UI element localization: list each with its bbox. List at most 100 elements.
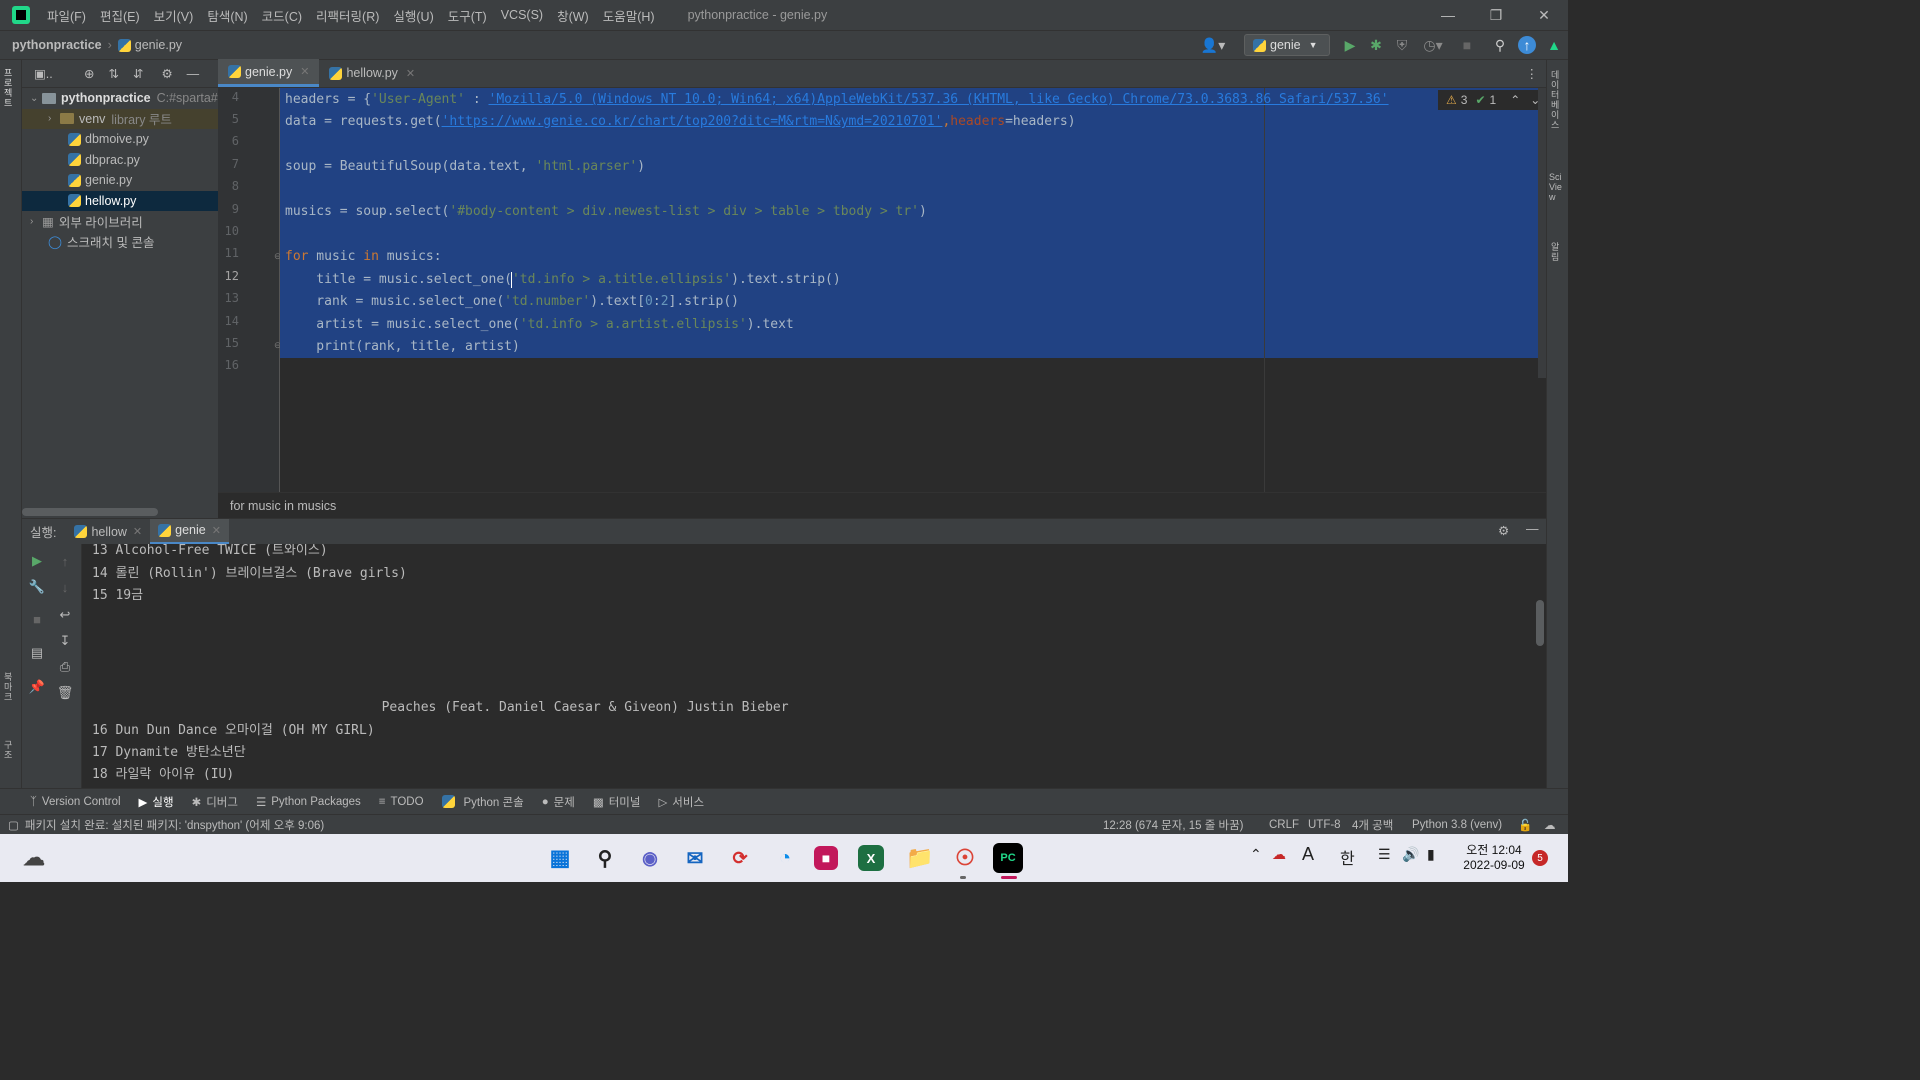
menu-tools[interactable]: 도구(T) xyxy=(441,6,494,25)
previous-highlight-icon[interactable]: ⌃ xyxy=(1510,93,1520,107)
tree-root[interactable]: ⌄ pythonpractice C:#sparta# xyxy=(22,88,218,109)
project-view-select-icon[interactable]: ▣.. xyxy=(34,66,62,81)
more-tabs-icon[interactable]: ⋮ xyxy=(1526,66,1539,81)
tab-hellow[interactable]: hellow.py ✕ xyxy=(319,59,425,87)
code-breadcrumb[interactable]: for music in musics xyxy=(230,499,336,513)
coverage-icon[interactable]: ⛨ xyxy=(1393,36,1411,54)
layout-icon[interactable]: ▤ xyxy=(28,644,46,662)
toolwindow-terminal[interactable]: ▩ 터미널 xyxy=(593,794,641,810)
caret-position[interactable]: 12:28 (674 문자, 15 줄 바꿈) xyxy=(1103,817,1244,833)
chrome-icon[interactable]: ☉ xyxy=(949,842,981,874)
arrow-down-icon[interactable]: ↓ xyxy=(56,578,74,596)
close-tab-icon[interactable]: ✕ xyxy=(406,67,415,80)
pycharm-icon[interactable]: PC xyxy=(993,843,1023,873)
toolwindow-python-packages[interactable]: ☰ Python Packages xyxy=(256,795,361,809)
plugin-icon[interactable]: ▲ xyxy=(1545,36,1563,54)
menu-navigate[interactable]: 탐색(N) xyxy=(200,6,254,25)
indent-setting[interactable]: 4개 공백 xyxy=(1352,817,1393,833)
toolwindow-services[interactable]: ▷ 서비스 xyxy=(658,794,704,810)
menu-edit[interactable]: 편집(E) xyxy=(93,6,147,25)
menu-window[interactable]: 창(W) xyxy=(550,6,596,25)
mail-icon[interactable]: ✉ xyxy=(679,842,711,874)
locate-icon[interactable]: ⊕ xyxy=(84,66,94,81)
onedrive-icon[interactable]: ☁ xyxy=(1272,846,1286,863)
menu-code[interactable]: 코드(C) xyxy=(255,6,309,25)
python-interpreter[interactable]: Python 3.8 (venv) xyxy=(1412,819,1502,831)
menu-vcs[interactable]: VCS(S) xyxy=(494,8,550,22)
toolwindow-problems[interactable]: ● 문제 xyxy=(542,794,575,810)
trash-icon[interactable]: 🗑 xyxy=(56,684,74,702)
search-icon[interactable]: ⚲ xyxy=(589,842,621,874)
tab-genie[interactable]: genie.py ✕ xyxy=(218,59,320,87)
toolwindow-python-console[interactable]: Python 콘솔 xyxy=(441,794,524,810)
debug-icon[interactable]: ✱ xyxy=(1367,36,1385,54)
project-tool-tab[interactable]: 프로젝트 xyxy=(4,68,18,108)
database-tool-tab[interactable]: 데이터베이스 xyxy=(1551,70,1565,130)
menu-help[interactable]: 도움말(H) xyxy=(596,6,662,25)
print-icon[interactable]: ⎙ xyxy=(56,658,74,676)
close-tab-icon[interactable]: ✕ xyxy=(133,525,142,538)
status-message[interactable]: 패키지 설치 완료: 설치된 패키지: 'dnspython' (어제 오후 9… xyxy=(25,817,324,833)
notifications-tool-tab[interactable]: 알림 xyxy=(1551,242,1565,262)
wifi-icon[interactable]: ☰ xyxy=(1378,846,1391,863)
close-button[interactable]: ✕ xyxy=(1520,0,1568,30)
clock[interactable]: 오전 12:04 2022-09-09 xyxy=(1460,841,1528,872)
ime-mode[interactable]: A xyxy=(1302,844,1314,865)
tree-item-hellow[interactable]: hellow.py xyxy=(22,190,218,211)
menu-file[interactable]: 파일(F) xyxy=(40,6,93,25)
run-configuration-select[interactable]: genie ▼ xyxy=(1244,34,1330,56)
search-icon[interactable]: ⚲ xyxy=(1491,36,1509,54)
code-editor[interactable]: headers = {'User-Agent' : 'Mozilla/5.0 (… xyxy=(280,88,1538,492)
menu-view[interactable]: 보기(V) xyxy=(147,6,201,25)
volume-icon[interactable]: 🔊 xyxy=(1402,846,1419,863)
hide-panel-icon[interactable]: — xyxy=(187,67,200,81)
breadcrumb-project[interactable]: pythonpractice xyxy=(12,38,102,52)
weather-icon[interactable]: ☁ xyxy=(18,842,50,874)
gear-icon[interactable]: ⚙ xyxy=(161,66,172,81)
file-explorer-icon[interactable]: 📁 xyxy=(904,842,936,874)
sciview-tool-tab[interactable]: SciView xyxy=(1549,172,1567,202)
minimize-button[interactable]: — xyxy=(1424,0,1472,30)
tree-item-venv[interactable]: › venv library 루트 xyxy=(22,108,218,129)
file-encoding[interactable]: UTF-8 xyxy=(1308,819,1341,831)
toolwindow-version-control[interactable]: ᛉ Version Control xyxy=(30,796,121,808)
scroll-to-end-icon[interactable]: ↧ xyxy=(56,632,74,650)
toolwindow-run[interactable]: ▶ 실행 xyxy=(139,794,174,810)
memory-icon[interactable]: ☁ xyxy=(1544,818,1556,832)
status-toggle-icon[interactable]: ▢ xyxy=(8,818,19,832)
breadcrumb-file[interactable]: genie.py xyxy=(135,38,182,52)
inspection-widget[interactable]: ⚠ 3 ✔ 1 ⌃ ⌄ xyxy=(1438,90,1546,110)
close-tab-icon[interactable]: ✕ xyxy=(300,65,309,78)
project-horizontal-scrollbar[interactable] xyxy=(22,508,158,516)
expand-all-icon[interactable]: ⇅ xyxy=(108,66,118,81)
sync-app-icon[interactable]: ⟳ xyxy=(724,842,756,874)
gear-icon[interactable]: ⚙ xyxy=(1498,523,1509,538)
edge-icon[interactable]: ◔ xyxy=(769,842,801,874)
toolwindow-todo[interactable]: ≡ TODO xyxy=(379,796,424,808)
restore-button[interactable]: ❐ xyxy=(1472,0,1520,30)
chat-icon[interactable]: ◉ xyxy=(634,842,666,874)
stop-icon[interactable]: ■ xyxy=(1458,36,1476,54)
menu-run[interactable]: 실행(U) xyxy=(386,6,440,25)
tree-item-external-libraries[interactable]: › ▦ 외부 라이브러리 xyxy=(22,211,218,232)
user-icon[interactable]: 👤▾ xyxy=(1200,36,1226,54)
hide-panel-icon[interactable]: — xyxy=(1526,522,1539,536)
run-icon[interactable]: ▶ xyxy=(1341,36,1359,54)
collapse-all-icon[interactable]: ⇵ xyxy=(133,66,143,81)
arrow-up-icon[interactable]: ↑ xyxy=(56,552,74,570)
tree-item-scratches[interactable]: ◯ 스크래치 및 콘솔 xyxy=(22,232,218,253)
toolwindow-debug[interactable]: ✱ 디버그 xyxy=(192,794,238,810)
notification-badge[interactable]: 5 xyxy=(1532,850,1548,866)
line-separator[interactable]: CRLF xyxy=(1269,819,1299,831)
menu-refactor[interactable]: 리팩터링(R) xyxy=(309,6,386,25)
battery-icon[interactable]: ▮ xyxy=(1427,846,1435,863)
pin-icon[interactable]: 📌 xyxy=(28,678,46,696)
update-icon[interactable]: ↑ xyxy=(1518,36,1536,54)
run-console-output[interactable]: 13 Alcohol-Free TWICE (트와이스) 14 롤린 (Roll… xyxy=(82,544,1546,788)
soft-wrap-icon[interactable]: ↩ xyxy=(56,606,74,624)
show-hidden-icons-icon[interactable]: ⌃ xyxy=(1250,846,1262,863)
tree-item-dbmoive[interactable]: dbmoive.py xyxy=(22,129,218,150)
tree-item-genie[interactable]: genie.py xyxy=(22,170,218,191)
run-tab-hellow[interactable]: hellow ✕ xyxy=(66,519,150,545)
stop-icon[interactable]: ■ xyxy=(28,610,46,628)
